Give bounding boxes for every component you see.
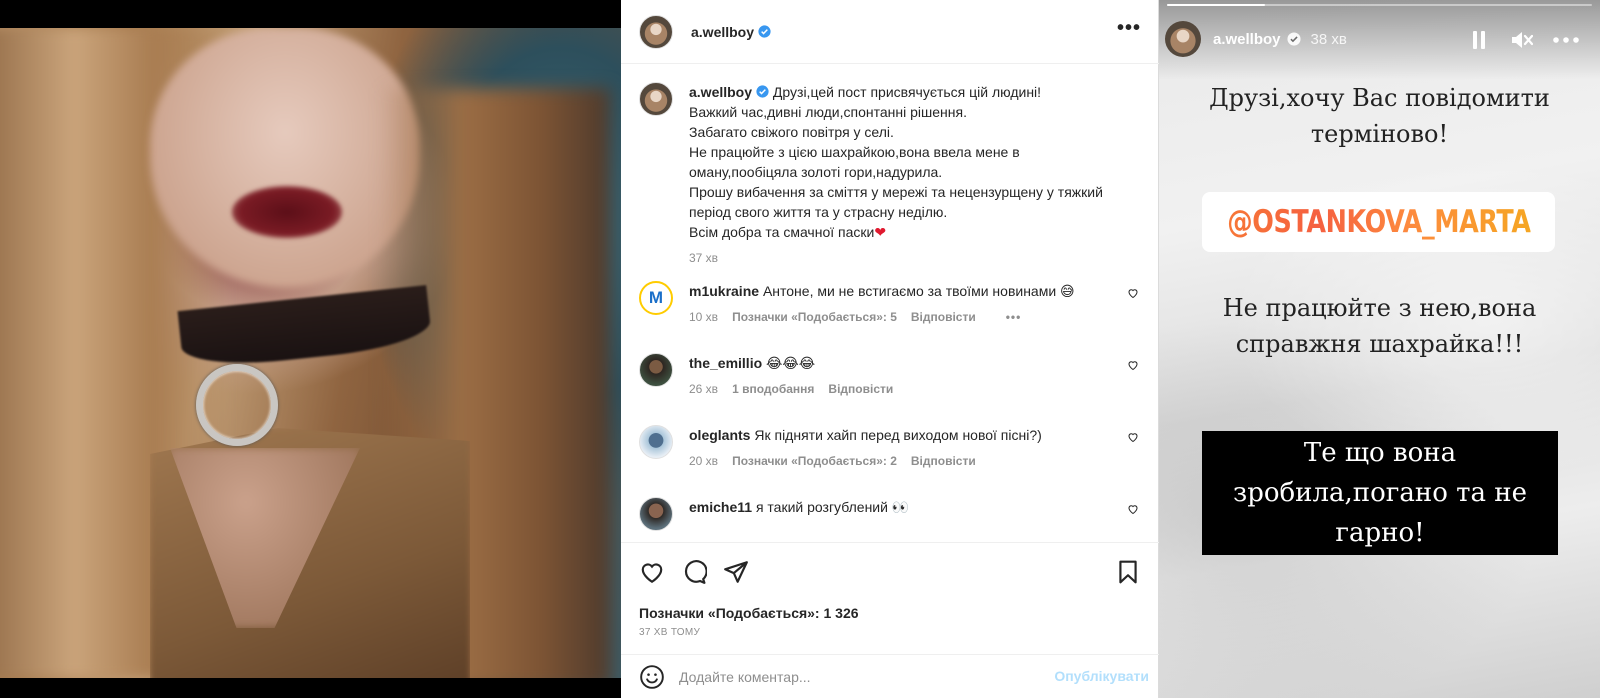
verified-icon bbox=[758, 25, 771, 38]
box-line-2: зробила,погано та не bbox=[1233, 478, 1527, 508]
comment-username[interactable]: oleglants bbox=[689, 427, 750, 443]
story-time: 38 хв bbox=[1310, 30, 1347, 48]
comment-time[interactable]: 26 хв bbox=[689, 379, 718, 399]
comment: emiche11 я такий розгублений 👀 bbox=[639, 497, 1139, 531]
commenter-avatar[interactable] bbox=[639, 497, 673, 531]
pause-icon[interactable] bbox=[1471, 30, 1487, 50]
story-line-2: терміново! bbox=[1310, 120, 1449, 148]
bookmark-icon[interactable] bbox=[1115, 559, 1141, 585]
comment-time[interactable]: 20 хв bbox=[689, 451, 718, 471]
share-icon[interactable] bbox=[723, 559, 749, 585]
comment-username[interactable]: emiche11 bbox=[689, 499, 752, 515]
mention-sticker[interactable]: @OSTANKOVA_MARTA bbox=[1202, 192, 1555, 252]
muted-icon[interactable] bbox=[1511, 30, 1533, 50]
reply-button[interactable]: Відповісти bbox=[911, 307, 976, 327]
emoji-icon[interactable] bbox=[639, 664, 665, 690]
caption-time[interactable]: 37 хв bbox=[689, 248, 718, 268]
like-comment-icon[interactable] bbox=[1127, 359, 1139, 371]
mention-text: @OSTANKOVA_MARTA bbox=[1226, 204, 1531, 240]
comment-likes[interactable]: Позначки «Подобається»: 2 bbox=[732, 451, 897, 471]
comment: the_emillio 😂😂😂 26 хв 1 вподобання Відпо… bbox=[639, 353, 1139, 399]
like-heart-icon[interactable] bbox=[639, 559, 665, 585]
box-line-3: гарно! bbox=[1335, 518, 1425, 548]
comment-text: я такий розгублений 👀 bbox=[755, 499, 910, 515]
caption-text: Друзі,цей пост присвячується цій людині!… bbox=[689, 84, 1103, 240]
story-text-box: Те що вона зробила,погано та не гарно! bbox=[1202, 431, 1558, 555]
post-panel: a.wellboy ••• a.wellboy Друзі,цей пост п… bbox=[621, 0, 1159, 698]
comment-time[interactable]: 10 хв bbox=[689, 307, 718, 327]
post-timestamp[interactable]: 37 хв тому bbox=[639, 627, 700, 638]
choker-ring bbox=[196, 364, 278, 446]
comment: M m1ukraine Антоне, ми не встигаємо за т… bbox=[639, 281, 1139, 327]
like-comment-icon[interactable] bbox=[1127, 431, 1139, 443]
caption-username[interactable]: a.wellboy bbox=[689, 84, 752, 100]
comment: oleglants Як підняти хайп перед виходом … bbox=[639, 425, 1139, 471]
story-username[interactable]: a.wellboy bbox=[1213, 31, 1281, 48]
post-header: a.wellboy ••• bbox=[621, 0, 1159, 64]
comment-more-button[interactable]: ••• bbox=[1006, 307, 1022, 327]
more-options-icon[interactable]: ••• bbox=[1117, 18, 1141, 38]
verified-icon bbox=[1286, 32, 1301, 46]
comment-username[interactable]: m1ukraine bbox=[689, 283, 759, 299]
author-avatar[interactable] bbox=[639, 14, 673, 49]
box-line-1: Те що вона bbox=[1303, 438, 1457, 468]
story-progress-fill bbox=[1167, 4, 1265, 6]
publish-button[interactable]: Опублікувати bbox=[1054, 668, 1149, 684]
comment-likes[interactable]: 1 вподобання bbox=[732, 379, 814, 399]
lips bbox=[232, 186, 342, 238]
story-viewer[interactable]: a.wellboy 38 хв Друзі,хочу Вас повідомит… bbox=[1159, 0, 1600, 698]
story-line-3: Не працюйте з нею,вона bbox=[1222, 294, 1537, 322]
comment-text: Як підняти хайп перед виходом нової пісн… bbox=[754, 427, 1042, 443]
commenter-avatar[interactable] bbox=[639, 353, 673, 387]
post-photo bbox=[0, 0, 621, 698]
story-line-4: справжня шахрайка!!! bbox=[1235, 330, 1524, 358]
comment-text: 😂😂😂 bbox=[766, 355, 816, 371]
story-line-1: Друзі,хочу Вас повідомити bbox=[1209, 84, 1550, 112]
comment-text: Антоне, ми не встигаємо за твоїми новина… bbox=[762, 283, 1075, 299]
comment-input[interactable] bbox=[679, 668, 1029, 685]
caption-avatar[interactable] bbox=[639, 82, 673, 116]
comment-bubble-icon[interactable] bbox=[681, 559, 707, 585]
caption: a.wellboy Друзі,цей пост присвячується ц… bbox=[639, 82, 1109, 268]
comment-username[interactable]: the_emillio bbox=[689, 355, 762, 371]
reply-button[interactable]: Відповісти bbox=[911, 451, 976, 471]
more-options-icon[interactable] bbox=[1553, 37, 1579, 43]
add-comment-bar: Опублікувати bbox=[621, 654, 1159, 698]
story-progress-bar bbox=[1167, 4, 1592, 6]
author-username[interactable]: a.wellboy bbox=[691, 24, 754, 40]
commenter-avatar[interactable] bbox=[639, 425, 673, 459]
likes-count[interactable]: Позначки «Подобається»: 1 326 bbox=[639, 605, 859, 621]
like-comment-icon[interactable] bbox=[1127, 287, 1139, 299]
commenter-avatar[interactable]: M bbox=[639, 281, 673, 315]
post-image[interactable] bbox=[0, 28, 621, 678]
like-comment-icon[interactable] bbox=[1127, 503, 1139, 515]
comments-scroll[interactable]: a.wellboy Друзі,цей пост присвячується ц… bbox=[621, 64, 1159, 542]
post-actions: Позначки «Подобається»: 1 326 37 хв тому bbox=[621, 542, 1159, 654]
comment-likes[interactable]: Позначки «Подобається»: 5 bbox=[732, 307, 897, 327]
story-author-avatar[interactable] bbox=[1165, 21, 1201, 57]
reply-button[interactable]: Відповісти bbox=[828, 379, 893, 399]
heart-emoji: ❤ bbox=[874, 224, 887, 240]
story-header: a.wellboy 38 хв bbox=[1165, 21, 1347, 57]
verified-icon bbox=[756, 85, 769, 98]
